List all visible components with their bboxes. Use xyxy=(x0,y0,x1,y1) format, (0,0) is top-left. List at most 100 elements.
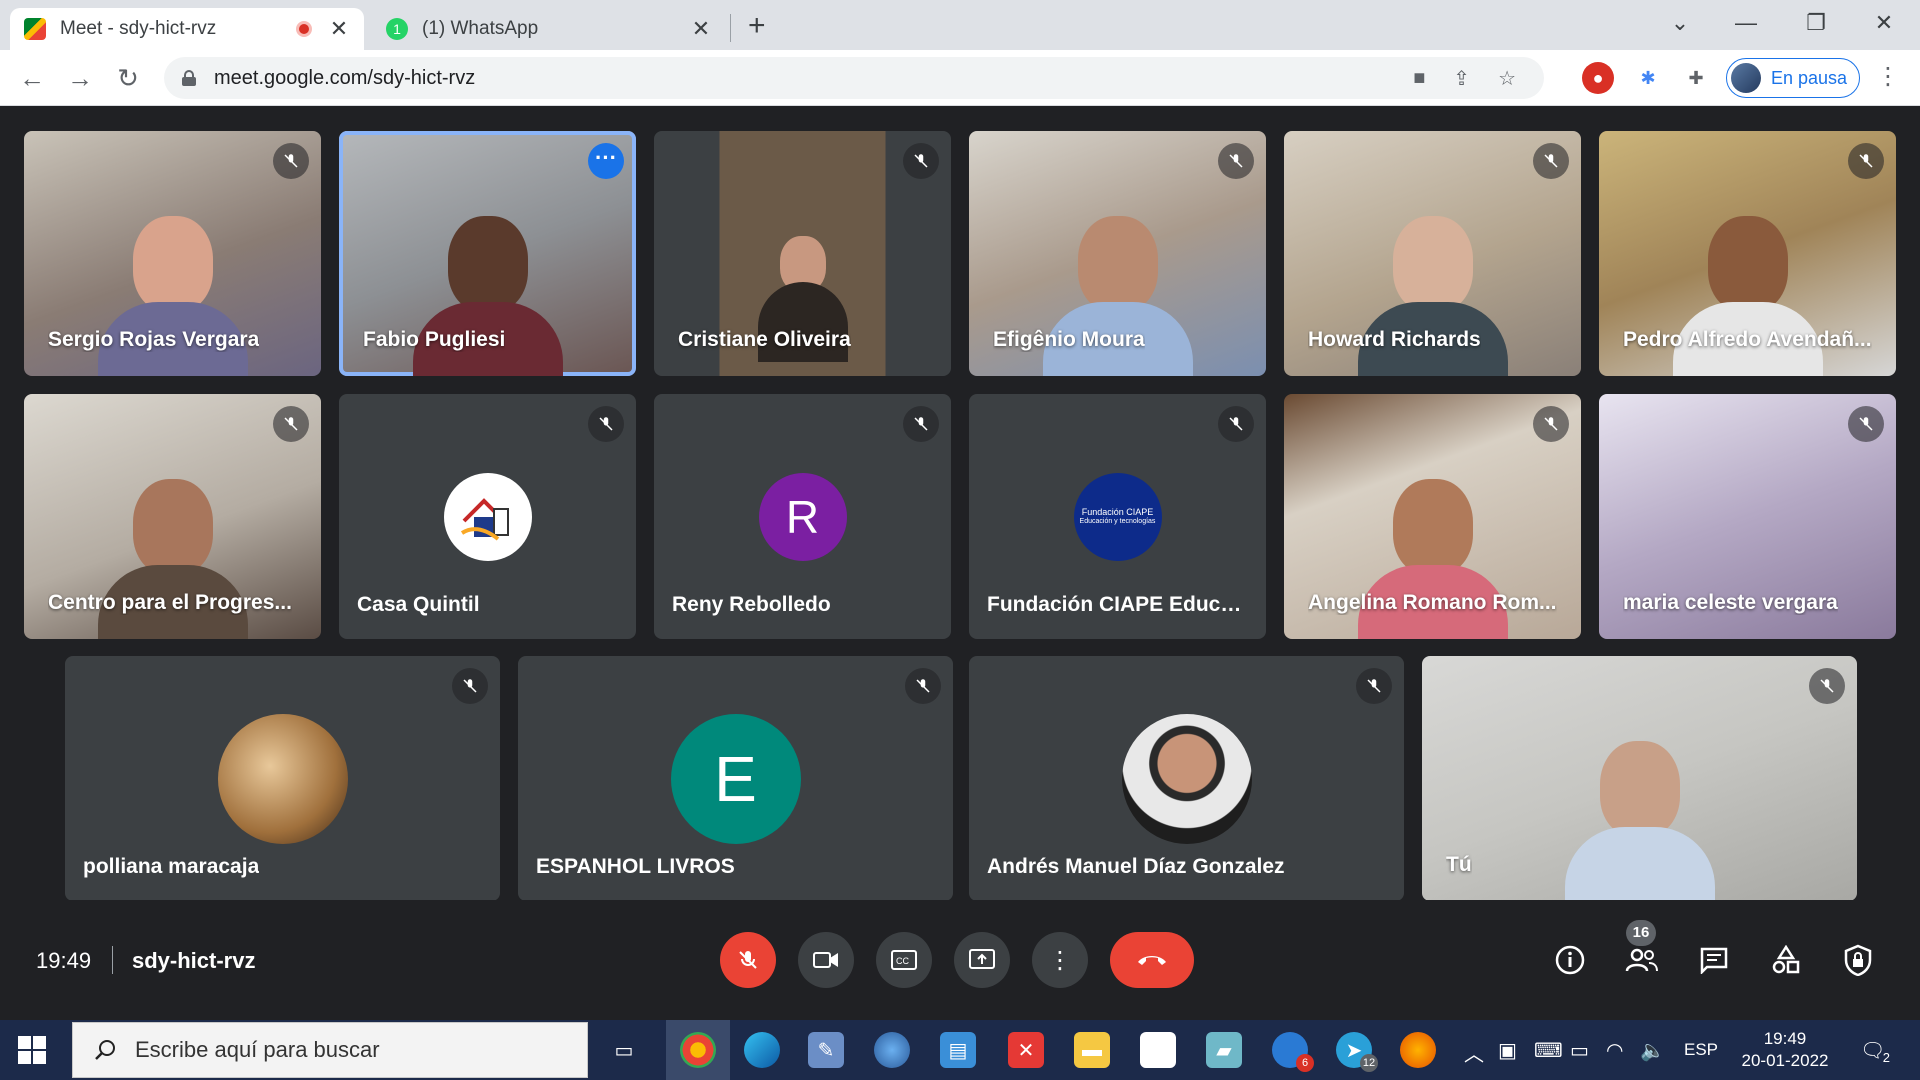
participant-tile[interactable]: Centro para el Progres... xyxy=(24,394,321,639)
system-time: 19:49 xyxy=(1763,1029,1807,1048)
muted-mic-icon xyxy=(588,406,624,442)
captions-button[interactable]: CC xyxy=(876,932,932,988)
participant-tile[interactable]: Andrés Manuel Díaz Gonzalez xyxy=(969,656,1404,901)
system-date: 20-01-2022 xyxy=(1741,1051,1829,1070)
lock-icon[interactable] xyxy=(182,70,196,86)
participant-tile[interactable]: Efigênio Moura xyxy=(969,131,1266,376)
show-hidden-icons[interactable]: ︿ xyxy=(1464,1038,1484,1067)
meeting-details-button[interactable] xyxy=(1548,938,1592,982)
participant-tile[interactable]: E ESPANHOL LIVROS xyxy=(518,656,953,901)
participant-name: maria celeste vergara xyxy=(1623,591,1838,614)
toggle-camera-button[interactable] xyxy=(798,932,854,988)
participant-tile[interactable]: Sergio Rojas Vergara xyxy=(24,131,321,376)
system-clock[interactable]: 19:49 20-01-2022 xyxy=(1730,1028,1840,1072)
meet-now-icon[interactable]: ▣ xyxy=(1498,1038,1517,1063)
participant-tile[interactable]: Fundación CIAPE Educación y tecnologías … xyxy=(969,394,1266,639)
participant-tile[interactable]: R Reny Rebolledo xyxy=(654,394,951,639)
muted-mic-icon xyxy=(1533,406,1569,442)
participant-name: ESPANHOL LIVROS xyxy=(536,855,735,878)
participant-video xyxy=(1564,731,1715,901)
chat-button[interactable] xyxy=(1692,938,1736,982)
wifi-icon[interactable]: ◠ xyxy=(1606,1038,1623,1063)
participant-tile[interactable]: Cristiane Oliveira xyxy=(654,131,951,376)
url-text[interactable]: meet.google.com/sdy-hict-rvz xyxy=(214,67,1413,90)
snowflake-extension-icon[interactable]: ✱ xyxy=(1632,62,1664,94)
control-panel-icon[interactable]: ▤ xyxy=(940,1032,976,1068)
restore-button[interactable]: ❐ xyxy=(1796,6,1836,40)
participant-tile-self[interactable]: Tú xyxy=(1422,656,1857,901)
avatar: R xyxy=(758,472,847,561)
more-options-button[interactable]: ⋮ xyxy=(1032,932,1088,988)
activities-button[interactable] xyxy=(1764,938,1808,982)
mail-icon[interactable]: 6 xyxy=(1272,1032,1314,1072)
host-controls-button[interactable] xyxy=(1836,938,1880,982)
muted-mic-icon xyxy=(903,406,939,442)
more-options-icon[interactable]: ··· xyxy=(588,143,624,179)
notifications-icon[interactable]: 🗨 2 xyxy=(1860,1038,1890,1065)
windows-start-icon[interactable] xyxy=(18,1036,46,1064)
present-screen-button[interactable] xyxy=(954,932,1010,988)
participant-name: Fundación CIAPE Educa... xyxy=(987,593,1247,616)
forward-arrow-icon[interactable]: → xyxy=(62,60,98,96)
omnibox[interactable]: meet.google.com/sdy-hict-rvz ■ ⇪ ☆ xyxy=(164,57,1544,99)
taskbar-search-box[interactable]: Escribe aquí para buscar xyxy=(72,1022,588,1078)
muted-mic-icon xyxy=(1218,143,1254,179)
task-view-icon[interactable]: ▭ xyxy=(606,1032,642,1068)
muted-mic-icon xyxy=(273,143,309,179)
participant-grid: Sergio Rojas Vergara ··· Fabio Pugliesi … xyxy=(0,107,1920,901)
participant-tile[interactable]: Pedro Alfredo Avendañ... xyxy=(1599,131,1896,376)
info-icon xyxy=(1555,945,1585,975)
avatar xyxy=(1731,63,1761,93)
meeting-clock: 19:49 xyxy=(36,948,92,973)
share-icon[interactable]: ⇪ xyxy=(1453,66,1470,91)
camera-icon[interactable]: ■ xyxy=(1413,67,1425,90)
star-icon[interactable]: ☆ xyxy=(1498,66,1516,91)
participant-tile[interactable]: ··· Fabio Pugliesi xyxy=(339,131,636,376)
participant-tile[interactable]: polliana maracaja xyxy=(65,656,500,901)
tab-meet[interactable]: Meet - sdy-hict-rvz ✕ xyxy=(10,8,364,50)
language-indicator[interactable]: ESP xyxy=(1684,1040,1718,1060)
chat-icon xyxy=(1700,947,1728,974)
leave-call-button[interactable] xyxy=(1110,932,1194,988)
close-tab-icon[interactable]: ✕ xyxy=(328,16,350,42)
new-tab-button[interactable]: + xyxy=(748,8,766,44)
edge-icon[interactable] xyxy=(744,1032,780,1068)
avatar xyxy=(1121,713,1252,844)
close-tab-icon[interactable]: ✕ xyxy=(690,16,712,42)
muted-mic-icon xyxy=(1356,668,1392,704)
battery-icon[interactable]: ▭ xyxy=(1570,1038,1589,1063)
chrome-icon[interactable] xyxy=(680,1032,716,1068)
participant-tile[interactable]: Casa Quintil xyxy=(339,394,636,639)
chrome-menu-icon[interactable]: ⋮ xyxy=(1876,62,1900,91)
reload-icon[interactable]: ↻ xyxy=(110,60,146,96)
back-arrow-icon[interactable]: ← xyxy=(14,60,50,96)
participant-tile[interactable]: Howard Richards xyxy=(1284,131,1581,376)
people-icon xyxy=(1625,948,1658,972)
telegram-icon[interactable]: ➤ 12 xyxy=(1336,1032,1378,1072)
profile-button[interactable]: En pausa xyxy=(1726,58,1860,98)
globe-icon[interactable] xyxy=(874,1032,910,1068)
shield-lock-icon xyxy=(1844,944,1872,976)
firefox-icon[interactable] xyxy=(1400,1032,1436,1068)
keyboard-icon[interactable]: ⌨ xyxy=(1534,1038,1563,1063)
closed-captions-icon: CC xyxy=(891,950,917,970)
participant-count-badge: 16 xyxy=(1626,920,1656,946)
tab-whatsapp[interactable]: 1 (1) WhatsApp ✕ xyxy=(372,8,726,50)
paint-icon[interactable]: ✎ xyxy=(808,1032,844,1068)
document-icon[interactable] xyxy=(1140,1032,1176,1068)
xmind-icon[interactable]: ✕ xyxy=(1008,1032,1044,1068)
puzzle-extensions-icon[interactable]: ✚ xyxy=(1680,62,1712,94)
volume-icon[interactable]: 🔈 xyxy=(1640,1038,1665,1063)
notes-icon[interactable]: ▰ xyxy=(1206,1032,1242,1068)
minimize-button[interactable]: — xyxy=(1726,6,1766,40)
close-window-button[interactable]: ✕ xyxy=(1864,6,1904,40)
muted-mic-icon xyxy=(905,668,941,704)
participant-tile[interactable]: maria celeste vergara xyxy=(1599,394,1896,639)
toggle-mic-button[interactable] xyxy=(720,932,776,988)
adblock-extension-icon[interactable]: ● xyxy=(1582,62,1614,94)
participant-tile[interactable]: Angelina Romano Rom... xyxy=(1284,394,1581,639)
muted-mic-icon xyxy=(1533,143,1569,179)
search-placeholder: Escribe aquí para buscar xyxy=(135,1037,380,1062)
file-explorer-icon[interactable]: ▬ xyxy=(1074,1032,1110,1068)
tab-search-icon[interactable]: ⌄ xyxy=(1660,6,1700,40)
